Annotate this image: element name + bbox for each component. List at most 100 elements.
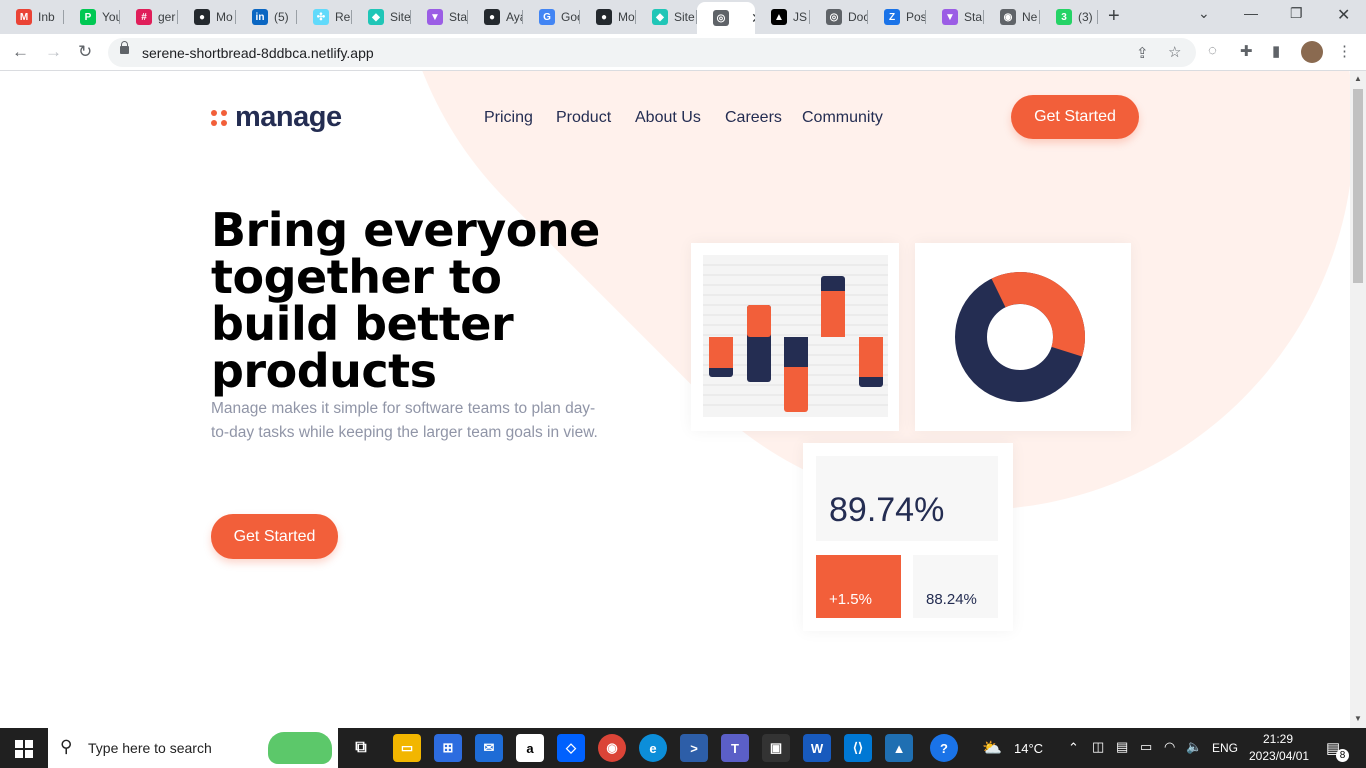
globe-icon: ◎	[826, 9, 842, 25]
help-icon[interactable]: ?	[930, 734, 958, 762]
browser-tab-label: (3)	[1078, 10, 1093, 24]
weather-icon[interactable]: ⛅	[982, 738, 1002, 758]
wifi-icon[interactable]: ◠	[1164, 739, 1175, 755]
extensions-puzzle-icon[interactable]: ✚	[1240, 42, 1253, 60]
browser-tab[interactable]: ▲ JS I	[755, 4, 810, 30]
menu-dots-icon[interactable]: ⋮	[1337, 42, 1352, 60]
gmail-icon: M	[16, 9, 32, 25]
close-window-icon[interactable]: ✕	[1337, 5, 1350, 25]
nav-community[interactable]: Community	[802, 109, 883, 127]
browser-tab-label: ger	[158, 10, 176, 24]
taskbar-search-box[interactable]: ⚲ Type here to search	[48, 728, 338, 768]
header-get-started-button[interactable]: Get Started	[1011, 95, 1139, 139]
slack-icon: #	[136, 9, 152, 25]
clock-date[interactable]: 2023/04/01	[1249, 749, 1309, 763]
donut-chart-card	[915, 243, 1131, 431]
powershell-icon[interactable]: >	[680, 734, 708, 762]
tray-camera-icon[interactable]: ◫	[1092, 739, 1104, 755]
browser-tab[interactable]: ▼ Sta	[926, 4, 984, 30]
bar-chart-card	[691, 243, 899, 431]
browser-tab[interactable]: ◆ Site	[352, 4, 411, 30]
stat-main-value: 89.74%	[829, 491, 945, 529]
browser-tab[interactable]: ● Mo	[178, 4, 236, 30]
photos-icon[interactable]: ▲	[885, 734, 913, 762]
volume-icon[interactable]: 🔈	[1186, 739, 1202, 755]
vite-icon: ▼	[942, 9, 958, 25]
browser-tab-label: Sta	[449, 10, 468, 24]
side-panel-icon[interactable]: ▮	[1272, 42, 1280, 60]
forward-icon[interactable]: →	[45, 42, 62, 62]
hero-title: Bring everyone together to build better …	[211, 203, 600, 398]
browser-tab[interactable]: ● Aya	[468, 4, 523, 30]
new-tab-button[interactable]: +	[1108, 5, 1120, 28]
github-icon: ●	[194, 9, 210, 25]
browser-tab[interactable]: in (5)	[236, 4, 297, 30]
browser-tab-label: Inb	[38, 10, 55, 24]
scroll-thumb[interactable]	[1353, 89, 1363, 283]
ms-store-icon[interactable]: ⊞	[434, 734, 462, 762]
browser-tab[interactable]: ✣ Rea	[297, 4, 352, 30]
browser-tab[interactable]: # ger	[120, 4, 178, 30]
share-icon[interactable]: ⇪	[1136, 44, 1149, 62]
word-icon[interactable]: W	[803, 734, 831, 762]
hero-get-started-button[interactable]: Get Started	[211, 514, 338, 559]
nav-product[interactable]: Product	[556, 109, 611, 127]
mail-icon[interactable]: ✉	[475, 734, 503, 762]
nav-pricing[interactable]: Pricing	[484, 109, 533, 127]
whatsapp-icon: 3	[1056, 9, 1072, 25]
nav-careers[interactable]: Careers	[725, 109, 782, 127]
browser-tab[interactable]: ◎✕	[697, 2, 755, 34]
browser-tab[interactable]: 3 (3)	[1040, 4, 1098, 30]
scroll-up-icon[interactable]: ▲	[1354, 74, 1362, 83]
logo[interactable]: manage	[211, 101, 342, 134]
browser-tab[interactable]: ● Mo	[580, 4, 636, 30]
back-icon[interactable]: ←	[12, 42, 29, 62]
browser-tab-label: Site	[390, 10, 411, 24]
tab-search-icon[interactable]: ⌄	[1198, 5, 1210, 22]
browser-tab-label: Mo	[216, 10, 233, 24]
browser-tab[interactable]: G Goo	[523, 4, 580, 30]
tray-display-icon[interactable]: ▤	[1116, 739, 1128, 755]
teams-icon[interactable]: T	[721, 734, 749, 762]
tab-separator	[1097, 10, 1098, 24]
vercel-icon: ▲	[771, 9, 787, 25]
browser-toolbar: ← → ↻ serene-shortbread-8ddbca.netlify.a…	[0, 34, 1366, 71]
browser-tab-label: Doc	[848, 10, 868, 24]
dropbox-icon[interactable]: ◇	[557, 734, 585, 762]
minimize-icon[interactable]: —	[1244, 5, 1258, 21]
file-explorer-icon[interactable]: ▭	[393, 734, 421, 762]
restore-icon[interactable]: ❐	[1290, 5, 1303, 22]
reload-icon[interactable]: ↻	[78, 42, 92, 62]
windows-start-icon[interactable]	[15, 740, 33, 758]
nav-about-us[interactable]: About Us	[635, 109, 701, 127]
browser-tab[interactable]: Z Pos	[868, 4, 926, 30]
netlify-icon: ◆	[652, 9, 668, 25]
address-bar[interactable]: serene-shortbread-8ddbca.netlify.app ⇪ ☆	[108, 38, 1196, 67]
battery-icon[interactable]: ▭	[1140, 739, 1152, 755]
react-icon: ✣	[313, 9, 329, 25]
extension-spinner-icon[interactable]: ◌	[1208, 42, 1217, 59]
browser-tab[interactable]: ◎ Doc	[810, 4, 868, 30]
bookmark-star-icon[interactable]: ☆	[1168, 43, 1181, 61]
task-view-icon[interactable]: ⧉	[347, 734, 375, 762]
browser-tab-label: JS I	[793, 10, 810, 24]
browser-tab[interactable]: ◉ Ne	[984, 4, 1040, 30]
search-highlight-frog-image	[268, 732, 332, 764]
browser-tab[interactable]: ▼ Sta	[411, 4, 468, 30]
browser-tab-label: Sta	[964, 10, 983, 24]
amazon-icon[interactable]: a	[516, 734, 544, 762]
chrome-taskbar-icon[interactable]: ◉	[598, 734, 626, 762]
page-scrollbar[interactable]: ▲ ▼	[1350, 71, 1366, 728]
profile-avatar[interactable]	[1301, 41, 1323, 63]
terminal-icon[interactable]: ▣	[762, 734, 790, 762]
browser-tab[interactable]: M Inb	[0, 4, 64, 30]
edge-icon[interactable]: e	[639, 734, 667, 762]
clock-time[interactable]: 21:29	[1263, 732, 1293, 746]
weather-temp[interactable]: 14°C	[1014, 741, 1043, 756]
browser-tab[interactable]: P You	[64, 4, 120, 30]
browser-tab[interactable]: ◆ Site	[636, 4, 697, 30]
tray-chevron-icon[interactable]: ⌃	[1068, 740, 1079, 756]
vscode-icon[interactable]: ⟨⟩	[844, 734, 872, 762]
language-indicator[interactable]: ENG	[1212, 741, 1238, 755]
scroll-down-icon[interactable]: ▼	[1354, 714, 1362, 723]
